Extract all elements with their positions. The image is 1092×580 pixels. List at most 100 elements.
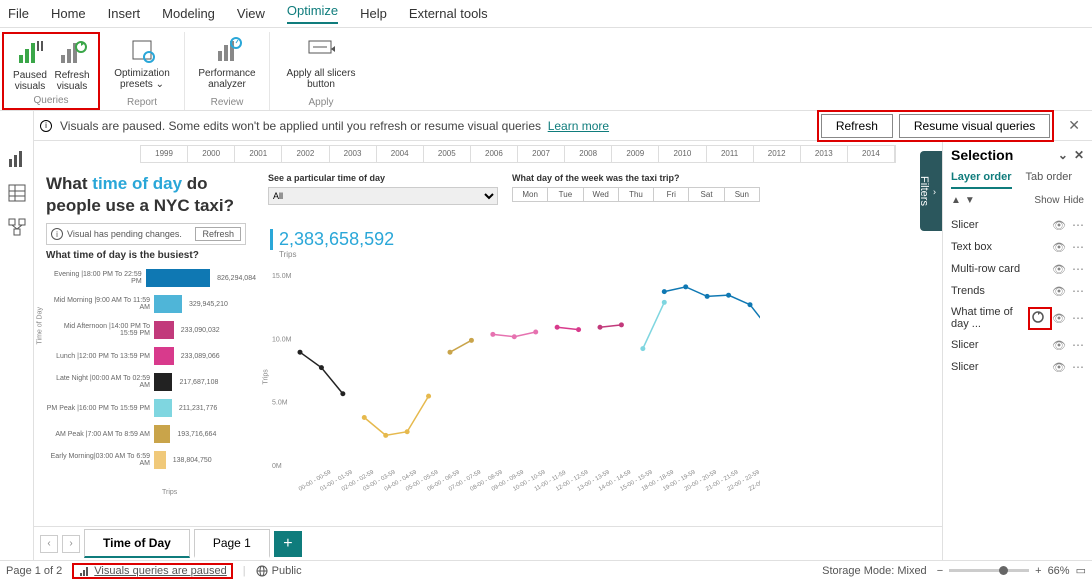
more-icon[interactable]: ⋯ xyxy=(1072,218,1084,232)
year-2008[interactable]: 2008 xyxy=(565,146,612,162)
zoom-out-icon[interactable]: − xyxy=(937,565,943,577)
bar-row: Late Night |00:00 AM To 02:59 AM217,687,… xyxy=(46,369,256,395)
visibility-icon[interactable]: 👁 xyxy=(1052,312,1066,325)
day-mon[interactable]: Mon xyxy=(513,188,548,201)
selection-title: Selection xyxy=(951,147,1013,163)
visibility-icon[interactable]: 👁 xyxy=(1052,241,1066,254)
line-chart[interactable]: 15.0M10.0M5.0M0M00-00 - 00-5901-00 - 01-… xyxy=(270,265,760,495)
bar-chart[interactable]: Evening |18:00 PM To 22:59 PM826,294,084… xyxy=(46,265,256,485)
day-sun[interactable]: Sun xyxy=(725,188,759,201)
public-status: Public xyxy=(256,565,302,577)
visibility-icon[interactable]: 👁 xyxy=(1052,263,1066,276)
year-1999[interactable]: 1999 xyxy=(141,146,188,162)
page-tab-time-of-day[interactable]: Time of Day xyxy=(84,529,190,558)
visual-refresh-button[interactable]: Refresh xyxy=(195,227,241,241)
year-2005[interactable]: 2005 xyxy=(424,146,471,162)
data-view-icon[interactable] xyxy=(7,183,27,203)
visibility-icon[interactable]: 👁 xyxy=(1052,361,1066,374)
refresh-button[interactable]: Refresh xyxy=(821,114,893,138)
bar-row: Early Morning|03:00 AM To 6:59 AM138,804… xyxy=(46,447,256,473)
day-thu[interactable]: Thu xyxy=(619,188,654,201)
apply-all-slicers-button[interactable]: Apply all slicers button xyxy=(276,32,366,92)
year-2006[interactable]: 2006 xyxy=(471,146,518,162)
refresh-visuals-button[interactable]: Refresh visuals xyxy=(52,34,92,94)
presets-icon xyxy=(126,34,158,66)
page-next-button[interactable]: › xyxy=(62,535,80,553)
learn-more-link[interactable]: Learn more xyxy=(548,119,609,133)
zoom-control[interactable]: − + 66% ▭ xyxy=(937,564,1086,577)
move-down-icon[interactable]: ▼ xyxy=(965,195,975,206)
page-prev-button[interactable]: ‹ xyxy=(40,535,58,553)
chevron-down-icon[interactable]: ⌄ xyxy=(1058,148,1068,162)
more-icon[interactable]: ⋯ xyxy=(1072,311,1084,325)
year-2003[interactable]: 2003 xyxy=(330,146,377,162)
visibility-icon[interactable]: 👁 xyxy=(1052,285,1066,298)
menu-file[interactable]: File xyxy=(8,6,29,21)
bar-x-axis-label: Trips xyxy=(162,489,177,496)
menu-modeling[interactable]: Modeling xyxy=(162,6,215,21)
fit-page-icon[interactable]: ▭ xyxy=(1076,564,1086,577)
move-up-icon[interactable]: ▲ xyxy=(951,195,961,206)
globe-icon xyxy=(256,565,268,577)
optimization-presets-button[interactable]: Optimization presets ⌄ xyxy=(106,32,178,92)
year-2010[interactable]: 2010 xyxy=(659,146,706,162)
show-all-button[interactable]: Show xyxy=(1034,195,1059,206)
more-icon[interactable]: ⋯ xyxy=(1072,284,1084,298)
year-2011[interactable]: 2011 xyxy=(707,146,754,162)
paused-visuals-button[interactable]: Paused visuals xyxy=(10,34,50,94)
layer-order-tab[interactable]: Layer order xyxy=(951,171,1012,189)
menu-home[interactable]: Home xyxy=(51,6,86,21)
year-2000[interactable]: 2000 xyxy=(188,146,235,162)
bar-row: Lunch |12:00 PM To 13:59 PM233,089,066 xyxy=(46,343,256,369)
menu-optimize[interactable]: Optimize xyxy=(287,3,338,24)
menu-help[interactable]: Help xyxy=(360,6,387,21)
zoom-slider[interactable] xyxy=(949,569,1029,572)
svg-text:5.0M: 5.0M xyxy=(272,400,288,407)
time-of-day-select[interactable]: All xyxy=(268,187,498,205)
selection-item[interactable]: What time of day ...👁⋯ xyxy=(951,302,1084,334)
selection-item[interactable]: Multi-row card👁⋯ xyxy=(951,258,1084,280)
menu-view[interactable]: View xyxy=(237,6,265,21)
day-fri[interactable]: Fri xyxy=(654,188,689,201)
model-view-icon[interactable] xyxy=(7,217,27,237)
page-tab-page1[interactable]: Page 1 xyxy=(194,529,270,558)
year-2004[interactable]: 2004 xyxy=(377,146,424,162)
zoom-in-icon[interactable]: + xyxy=(1035,565,1041,577)
filters-pane-toggle[interactable]: ‹ Filters xyxy=(920,151,942,231)
infobar-close-icon[interactable]: ✕ xyxy=(1062,117,1086,134)
year-2002[interactable]: 2002 xyxy=(282,146,329,162)
selection-pane: Selection ⌄ ✕ Layer order Tab order ▲ ▼ Sh… xyxy=(942,111,1092,560)
selection-item[interactable]: Trends👁⋯ xyxy=(951,280,1084,302)
year-2001[interactable]: 2001 xyxy=(235,146,282,162)
year-2009[interactable]: 2009 xyxy=(612,146,659,162)
menu-insert[interactable]: Insert xyxy=(108,6,141,21)
year-timeline-slicer[interactable]: 1999200020012002200320042005200620072008… xyxy=(140,145,896,163)
apply-slicers-icon xyxy=(305,34,337,66)
year-2014[interactable]: 2014 xyxy=(848,146,895,162)
year-2007[interactable]: 2007 xyxy=(518,146,565,162)
report-view-icon[interactable] xyxy=(7,149,27,169)
more-icon[interactable]: ⋯ xyxy=(1072,360,1084,374)
more-icon[interactable]: ⋯ xyxy=(1072,262,1084,276)
close-icon[interactable]: ✕ xyxy=(1074,148,1084,162)
menu-external-tools[interactable]: External tools xyxy=(409,6,488,21)
add-page-button[interactable]: + xyxy=(274,531,302,557)
hide-all-button[interactable]: Hide xyxy=(1063,195,1084,206)
year-2012[interactable]: 2012 xyxy=(754,146,801,162)
ribbon-group-review: Performance analyzer Review xyxy=(185,32,270,110)
selection-item[interactable]: Slicer👁⋯ xyxy=(951,356,1084,378)
selection-item[interactable]: Text box👁⋯ xyxy=(951,236,1084,258)
tab-order-tab[interactable]: Tab order xyxy=(1026,171,1072,189)
selection-item[interactable]: Slicer👁⋯ xyxy=(951,334,1084,356)
year-2013[interactable]: 2013 xyxy=(801,146,848,162)
selection-item[interactable]: Slicer👁⋯ xyxy=(951,214,1084,236)
resume-visual-queries-button[interactable]: Resume visual queries xyxy=(899,114,1050,138)
more-icon[interactable]: ⋯ xyxy=(1072,338,1084,352)
performance-analyzer-button[interactable]: Performance analyzer xyxy=(191,32,263,92)
visibility-icon[interactable]: 👁 xyxy=(1052,339,1066,352)
day-wed[interactable]: Wed xyxy=(584,188,619,201)
day-tue[interactable]: Tue xyxy=(548,188,583,201)
visibility-icon[interactable]: 👁 xyxy=(1052,219,1066,232)
day-sat[interactable]: Sat xyxy=(689,188,724,201)
more-icon[interactable]: ⋯ xyxy=(1072,240,1084,254)
